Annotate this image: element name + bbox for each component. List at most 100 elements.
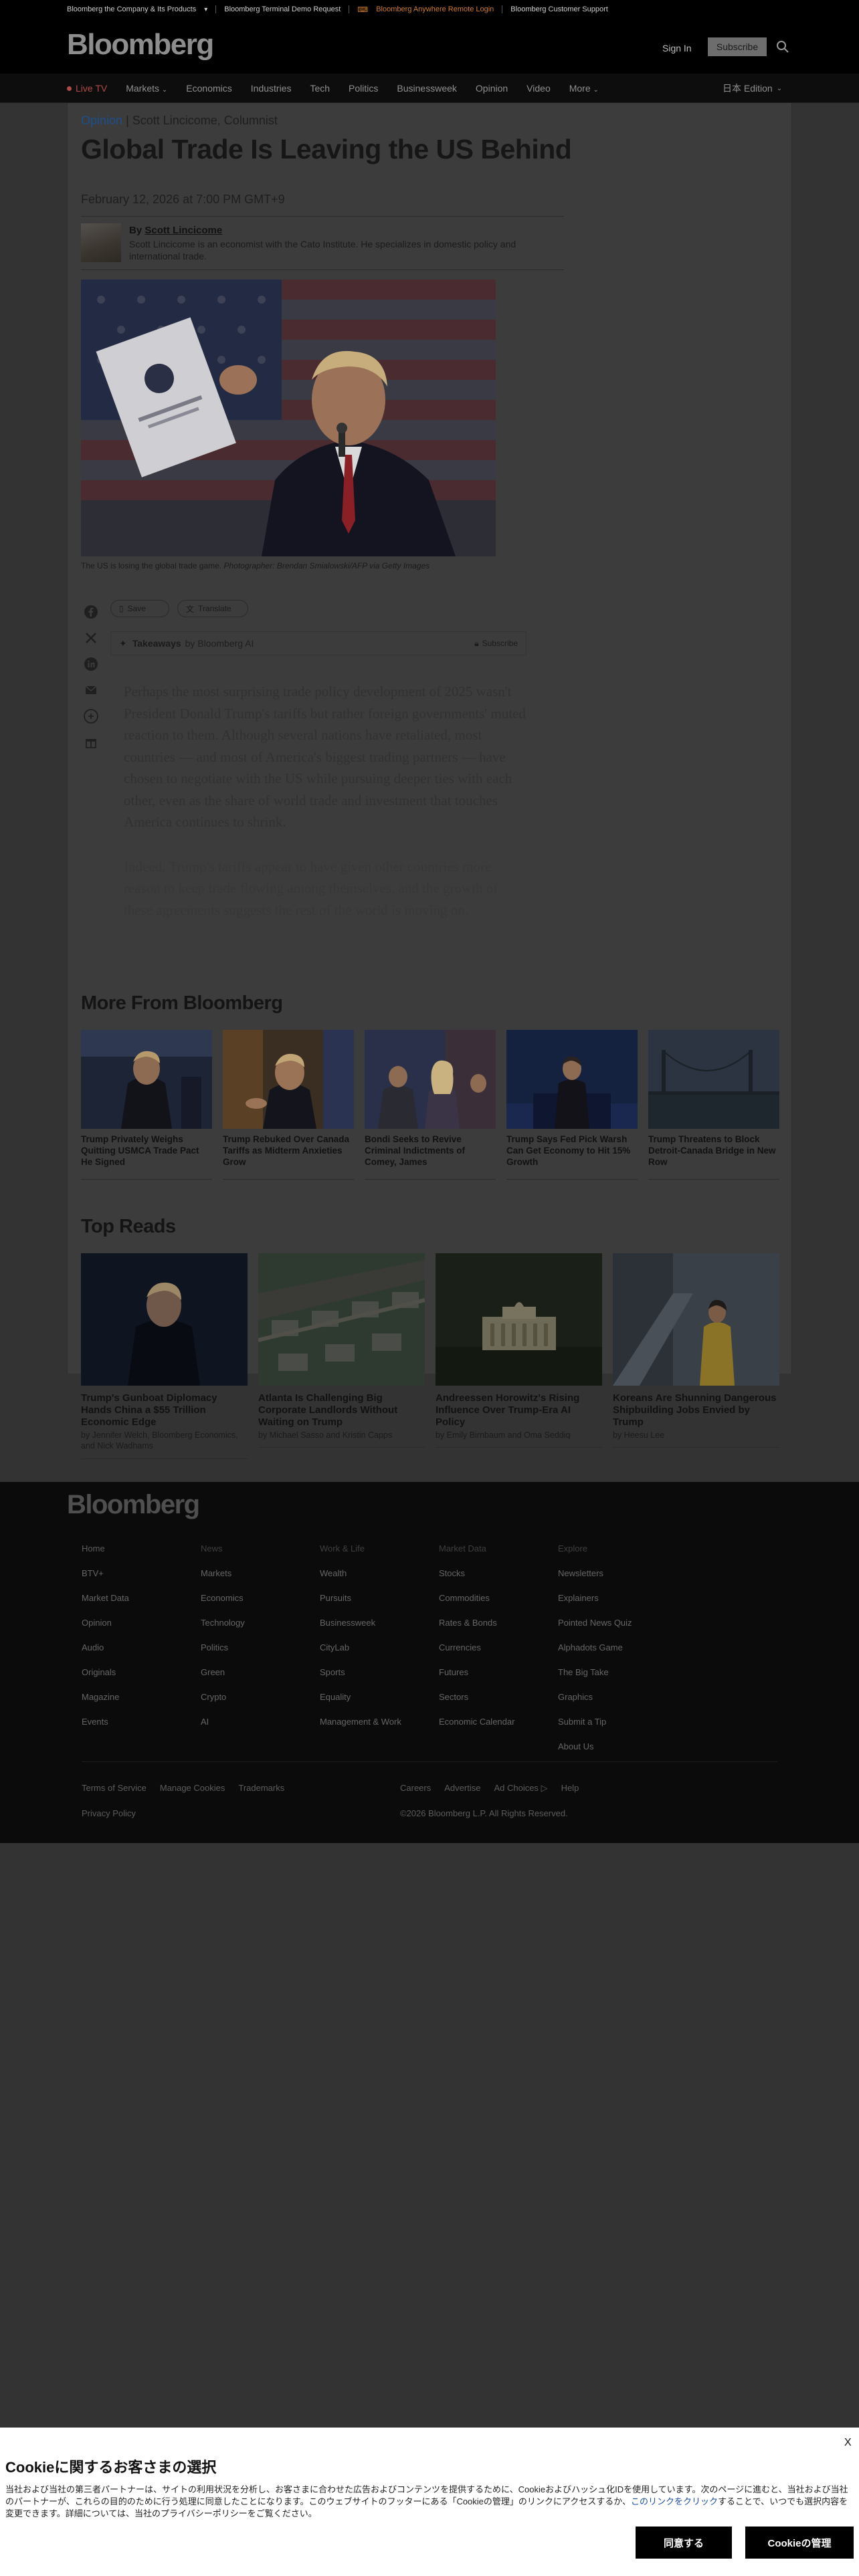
footer-corp-link[interactable]: Help	[561, 1783, 579, 1794]
more-from-card[interactable]: Trump Says Fed Pick Warsh Can Get Econom…	[506, 1030, 638, 1180]
footer-link[interactable]: Economic Calendar	[439, 1717, 558, 1741]
footer-link[interactable]: Events	[82, 1717, 201, 1741]
footer-link[interactable]: Originals	[82, 1667, 201, 1692]
footer-link[interactable]: Audio	[82, 1642, 201, 1667]
utility-link-support[interactable]: Bloomberg Customer Support	[510, 5, 608, 13]
top-read-card[interactable]: Koreans Are Shunning Dangerous Shipbuild…	[613, 1253, 779, 1459]
footer-link[interactable]: About Us	[558, 1741, 677, 1766]
nav-politics[interactable]: Politics	[349, 83, 378, 94]
footer-logo[interactable]: Bloomberg	[67, 1490, 200, 1520]
footer-link[interactable]: Market Data	[82, 1593, 201, 1618]
footer-link[interactable]: The Big Take	[558, 1667, 677, 1692]
footer-link[interactable]: Magazine	[82, 1692, 201, 1717]
utility-link-anywhere[interactable]: Bloomberg Anywhere Remote Login	[376, 5, 494, 13]
linkedin-icon[interactable]	[84, 657, 98, 671]
more-from-card[interactable]: Bondi Seeks to Revive Criminal Indictmen…	[365, 1030, 496, 1180]
privacy-policy-link[interactable]: Privacy Policy	[82, 1808, 136, 1818]
footer-link[interactable]: Futures	[439, 1667, 558, 1692]
footer-link[interactable]: Sectors	[439, 1692, 558, 1717]
footer-link[interactable]: Explainers	[558, 1593, 677, 1618]
footer-legal-link[interactable]: Terms of Service	[82, 1783, 147, 1793]
gift-link-icon[interactable]	[84, 709, 98, 724]
footer-link[interactable]: CityLab	[320, 1642, 439, 1667]
footer-link[interactable]: BTV+	[82, 1568, 201, 1593]
footer-link[interactable]: Equality	[320, 1692, 439, 1717]
card-image	[613, 1253, 779, 1386]
keyboard-icon: ⌨	[357, 5, 369, 14]
edition-selector[interactable]: 日本 Edition ⌄	[723, 74, 782, 103]
footer-link[interactable]: Pursuits	[320, 1593, 439, 1618]
footer-link[interactable]: Economics	[201, 1593, 320, 1618]
live-dot-icon	[67, 86, 72, 91]
search-icon[interactable]	[776, 40, 789, 53]
footer-link[interactable]: Home	[82, 1543, 201, 1568]
footer-link[interactable]: Businessweek	[320, 1618, 439, 1642]
more-from-card[interactable]: Trump Rebuked Over Canada Tariffs as Mid…	[223, 1030, 354, 1180]
footer-link[interactable]: Crypto	[201, 1692, 320, 1717]
footer-legal-link[interactable]: Trademarks	[238, 1783, 284, 1793]
top-read-card[interactable]: Atlanta Is Challenging Big Corporate Lan…	[258, 1253, 425, 1459]
manage-cookies-button[interactable]: Cookieの管理	[745, 2527, 854, 2559]
x-twitter-icon[interactable]	[84, 631, 98, 645]
chevron-down-icon: ⌄	[776, 84, 783, 92]
footer-legal-link[interactable]: Manage Cookies	[160, 1783, 225, 1793]
facebook-icon[interactable]	[84, 605, 98, 619]
footer-corp-link-label: Ad Choices	[494, 1783, 539, 1793]
more-from-card[interactable]: Trump Threatens to Block Detroit-Canada …	[648, 1030, 779, 1180]
nav-video[interactable]: Video	[527, 83, 551, 94]
site-header: Bloomberg Sign In Subscribe	[0, 19, 859, 74]
nav-economics[interactable]: Economics	[186, 83, 231, 94]
footer-corp-link[interactable]: Advertise	[444, 1783, 480, 1794]
footer-link[interactable]: Technology	[201, 1618, 320, 1642]
footer-link[interactable]: Graphics	[558, 1692, 677, 1717]
translate-button[interactable]: 文 Translate	[177, 600, 248, 617]
nav-markets[interactable]: Markets ⌄	[126, 83, 167, 94]
footer-link[interactable]: Sports	[320, 1667, 439, 1692]
footer-link[interactable]: Opinion	[82, 1618, 201, 1642]
footer-link[interactable]: Management & Work	[320, 1717, 439, 1741]
accept-cookies-button[interactable]: 同意する	[636, 2527, 732, 2559]
section-link[interactable]: Opinion	[81, 114, 122, 127]
footer-link[interactable]: Markets	[201, 1568, 320, 1593]
footer-corp-link[interactable]: Ad Choices ▷	[494, 1783, 547, 1794]
takeaways-bar[interactable]: ✦ Takeaways by Bloomberg AI 🔒︎ Subscribe	[110, 631, 527, 655]
footer-corp-link[interactable]: Careers	[400, 1783, 431, 1794]
bloomberg-logo[interactable]: Bloomberg	[67, 28, 214, 62]
footer-link[interactable]: Wealth	[320, 1568, 439, 1593]
email-icon[interactable]	[84, 683, 98, 697]
card-image	[648, 1030, 779, 1129]
nav-businessweek[interactable]: Businessweek	[397, 83, 457, 94]
cookie-settings-link[interactable]: このリンクをクリック	[631, 2496, 718, 2506]
footer-link[interactable]: Green	[201, 1667, 320, 1692]
top-read-card[interactable]: Andreessen Horowitz's Rising Influence O…	[436, 1253, 602, 1459]
more-from-card[interactable]: Trump Privately Weighs Quitting USMCA Tr…	[81, 1030, 212, 1180]
footer-link[interactable]: Commodities	[439, 1593, 558, 1618]
takeaways-subscribe[interactable]: 🔒︎ Subscribe	[474, 639, 518, 649]
utility-link-demo[interactable]: Bloomberg Terminal Demo Request	[224, 5, 341, 13]
footer-link[interactable]: Newsletters	[558, 1568, 677, 1593]
sign-in-link[interactable]: Sign In	[662, 43, 692, 53]
nav-more[interactable]: More ⌄	[569, 83, 599, 94]
nav-tech[interactable]: Tech	[310, 83, 330, 94]
nav-opinion[interactable]: Opinion	[476, 83, 508, 94]
utility-link-company[interactable]: Bloomberg the Company & Its Products	[67, 5, 196, 13]
author-name-link[interactable]: Scott Lincicome	[145, 225, 222, 236]
footer-link[interactable]: AI	[201, 1717, 320, 1741]
nav-live-tv[interactable]: Live TV	[67, 83, 107, 94]
footer-link[interactable]: Rates & Bonds	[439, 1618, 558, 1642]
kicker-author[interactable]: Scott Lincicome, Columnist	[132, 114, 278, 127]
card-byline: by Jennifer Welch, Bloomberg Economics, …	[81, 1430, 248, 1459]
gift-icon[interactable]	[84, 735, 98, 750]
card-title: Trump Says Fed Pick Warsh Can Get Econom…	[506, 1134, 638, 1180]
footer-link[interactable]: Pointed News Quiz	[558, 1618, 677, 1642]
footer-link[interactable]: Submit a Tip	[558, 1717, 677, 1741]
footer-link[interactable]: Stocks	[439, 1568, 558, 1593]
footer-link[interactable]: Alphadots Game	[558, 1642, 677, 1667]
footer-link[interactable]: Politics	[201, 1642, 320, 1667]
nav-industries[interactable]: Industries	[251, 83, 292, 94]
top-read-card[interactable]: Trump's Gunboat Diplomacy Hands China a …	[81, 1253, 248, 1459]
subscribe-button[interactable]: Subscribe	[708, 37, 767, 56]
close-icon[interactable]: X	[844, 2437, 852, 2449]
save-button[interactable]: ▯ Save	[110, 600, 169, 617]
footer-link[interactable]: Currencies	[439, 1642, 558, 1667]
